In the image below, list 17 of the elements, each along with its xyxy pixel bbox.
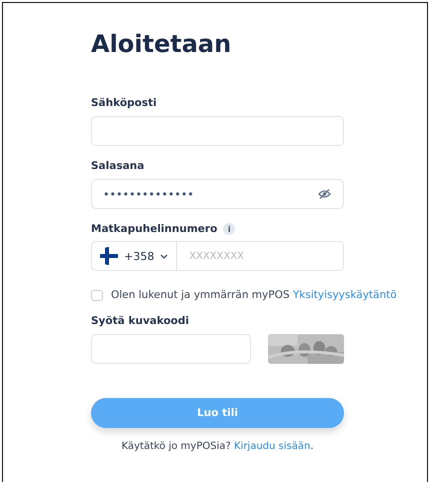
country-code-dropdown[interactable]: +358	[91, 241, 178, 271]
phone-label: Matkapuhelinnumero	[91, 223, 218, 235]
captcha-label: Syötä kuvakoodi	[91, 315, 190, 327]
consent-text: Olen lukenut ja ymmärrän myPOS Yksityisyyskäytäntö	[111, 289, 397, 301]
eye-hidden-icon[interactable]	[318, 189, 331, 199]
consent-checkbox[interactable]	[91, 290, 103, 300]
page-title: Aloitetaan	[91, 29, 232, 59]
email-field[interactable]	[91, 116, 344, 146]
chevron-down-icon	[160, 254, 168, 258]
password-field[interactable]: ••••••••••••••	[91, 179, 344, 209]
phone-field[interactable]: XXXXXXXX	[177, 241, 344, 271]
info-icon[interactable]: i	[223, 223, 236, 235]
email-label: Sähköposti	[91, 97, 158, 109]
flag-icon	[100, 247, 118, 265]
captcha-field[interactable]	[91, 334, 251, 364]
login-prompt: Käytätkö jo myPOSia? Kirjaudu sisään.	[120, 441, 315, 452]
password-label: Salasana	[91, 160, 146, 172]
